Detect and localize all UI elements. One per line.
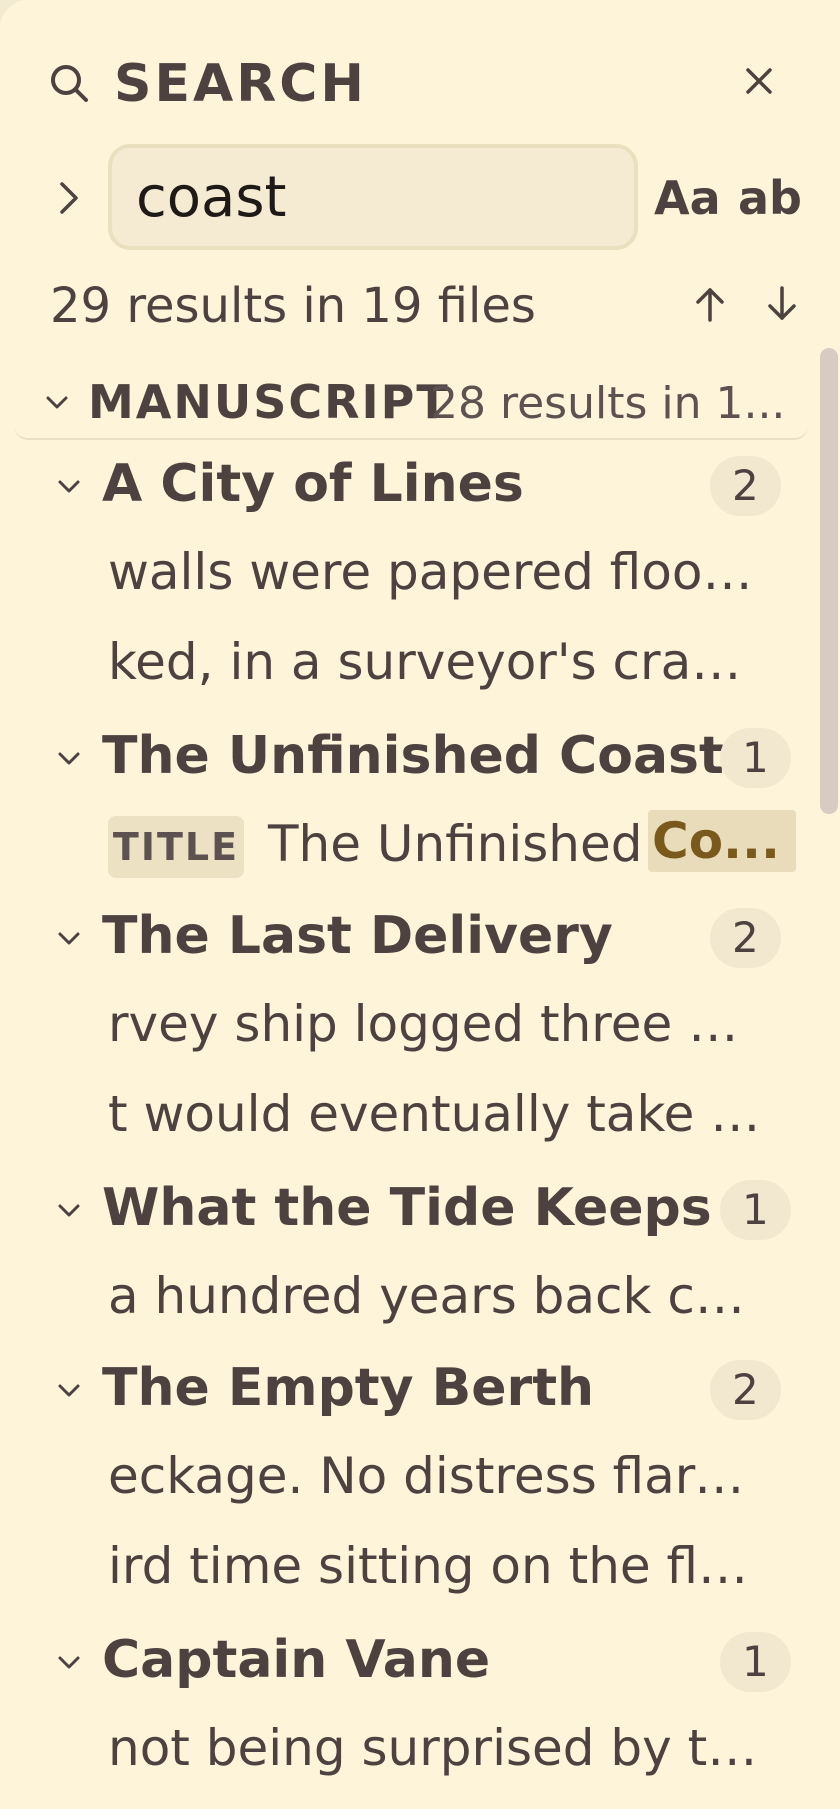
group-header-manuscript[interactable]: MANUSCRIPT 28 results in 1... [14,366,808,440]
file-name: The Empty Berth [102,1358,595,1418]
arrow-down-icon[interactable] [762,284,802,324]
match-highlight: Co... [648,810,796,872]
match-line[interactable]: ird time sitting on the floo... [108,1522,768,1612]
search-panel: SEARCH Aa ab 29 results in 19 files MANU… [0,0,840,1809]
match-line[interactable]: not being surprised by thi... [108,1704,768,1794]
search-input[interactable] [136,162,606,232]
match-text: The Unfinished [268,815,643,873]
file-name: What the Tide Keeps [102,1178,712,1238]
group-count: 28 results in 1... [430,378,786,429]
chevron-down-icon [54,1648,84,1678]
close-icon[interactable] [738,60,780,102]
match-line[interactable]: walls were papered floor ... [108,528,768,618]
match-count-badge: 1 [720,1632,791,1692]
search-icon [48,62,90,104]
match-count-badge: 2 [710,456,781,516]
file-row[interactable]: The Last Delivery 2 [0,890,820,980]
match-line[interactable]: rvey ship logged three hu... [108,980,768,1070]
match-line[interactable]: eckage. No distress flare ... [108,1432,768,1522]
panel-title: SEARCH [114,54,367,114]
file-row[interactable]: The Unfinished Coast 1 [0,710,820,800]
file-row[interactable]: A City of Lines 2 [0,438,820,528]
chevron-down-icon [54,924,84,954]
results-scrollbar[interactable] [820,348,838,814]
whole-word-toggle[interactable]: ab [738,170,802,226]
match-line[interactable]: a hundred years back call... [108,1252,768,1342]
arrow-up-icon[interactable] [690,284,730,324]
file-row[interactable]: Captain Vane 1 [0,1614,820,1704]
title-tag: TITLE [108,816,244,878]
chevron-right-icon[interactable] [52,172,88,224]
chevron-down-icon [54,1196,84,1226]
match-count-badge: 2 [710,908,781,968]
match-count-badge: 1 [720,728,791,788]
match-line[interactable]: ked, in a surveyor's cram... [108,618,768,708]
group-name: MANUSCRIPT [88,375,450,429]
file-row[interactable]: The Empty Berth 2 [0,1342,820,1432]
file-name: A City of Lines [102,454,524,514]
chevron-down-icon [54,1376,84,1406]
match-count-badge: 2 [710,1360,781,1420]
chevron-down-icon [54,472,84,502]
match-count-badge: 1 [720,1180,791,1240]
file-name: The Last Delivery [102,906,613,966]
results-summary: 29 results in 19 files [50,278,536,334]
search-box [108,144,638,250]
chevron-down-icon [42,388,72,418]
search-header: SEARCH [0,40,840,126]
match-line[interactable]: t would eventually take hi... [108,1070,768,1160]
chevron-down-icon [54,744,84,774]
match-case-toggle[interactable]: Aa [654,170,721,226]
file-name: Captain Vane [102,1630,491,1690]
file-row[interactable]: What the Tide Keeps 1 [0,1162,820,1252]
file-name: The Unfinished Coast [102,726,724,786]
title-match-line[interactable]: TITLE The Unfinished Co... [108,800,808,890]
